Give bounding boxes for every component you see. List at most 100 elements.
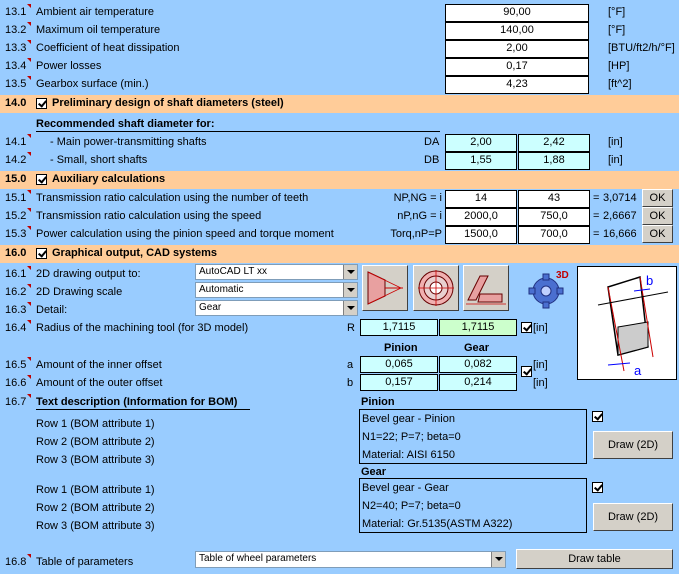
input-value-1[interactable]: 1500,0: [445, 226, 517, 244]
ok-button[interactable]: OK: [642, 189, 673, 207]
input-value[interactable]: 4,23: [445, 76, 589, 94]
unit-label: [°F]: [608, 24, 626, 36]
unit-label: [in]: [533, 359, 548, 371]
bom-gear-row-2[interactable]: N2=40; P=7; beta=0: [360, 497, 586, 515]
bevel-gear-section-view-button[interactable]: [463, 265, 509, 311]
row-label: - Small, short shafts: [50, 154, 148, 166]
ok-button[interactable]: OK: [642, 207, 673, 225]
bevel-gear-front-view-button[interactable]: [413, 265, 459, 311]
bom-gear-row-1[interactable]: Bevel gear - Gear: [360, 479, 586, 497]
row-number: 15.3: [5, 228, 27, 240]
input-value[interactable]: 2,00: [445, 40, 589, 58]
select-value: Gear: [199, 302, 222, 313]
row-label: Amount of the inner offset: [36, 359, 162, 371]
chevron-down-icon[interactable]: [343, 265, 357, 279]
detail-select[interactable]: Gear: [195, 300, 358, 316]
divider: [36, 131, 440, 132]
3d-badge: 3D: [556, 270, 569, 281]
bom-section-label: Text description (Information for BOM): [36, 396, 238, 408]
draw-table-button[interactable]: Draw table: [516, 549, 673, 569]
symbol-label: nP,nG = i: [397, 210, 442, 222]
draw-2d-gear-button[interactable]: Draw (2D): [593, 503, 673, 531]
tool-radius-pinion-value[interactable]: 1,7115: [360, 319, 438, 336]
bevel-gear-side-view-button[interactable]: [362, 265, 408, 311]
bom-row-label: Row 3 (BOM attribute 3): [36, 520, 155, 532]
row-label: Maximum oil temperature: [36, 24, 161, 36]
input-value-2[interactable]: 43: [518, 190, 590, 208]
bom-gear-textbox[interactable]: Bevel gear - Gear N2=40; P=7; beta=0 Mat…: [359, 478, 587, 533]
row-label: Radius of the machining tool (for 3D mod…: [36, 322, 249, 334]
bom-row-label: Row 1 (BOM attribute 1): [36, 484, 155, 496]
input-value[interactable]: 90,00: [445, 4, 589, 22]
section-14-checkbox[interactable]: [36, 98, 47, 109]
input-value[interactable]: 140,00: [445, 22, 589, 40]
bom-gear-title: Gear: [361, 466, 387, 478]
section-14-header: 14.0 Preliminary design of shaft diamete…: [0, 95, 679, 113]
row-label: Ambient air temperature: [36, 6, 154, 18]
chevron-down-icon[interactable]: [343, 301, 357, 315]
row-number: 13.4: [5, 60, 27, 72]
section-number: 14.0: [5, 97, 27, 109]
unit-label: [in]: [533, 377, 548, 389]
row-number: 16.7: [5, 396, 27, 408]
section-16-checkbox[interactable]: [36, 248, 47, 259]
inner-offset-gear-value[interactable]: 0,082: [439, 356, 517, 373]
bom-row-label: Row 3 (BOM attribute 3): [36, 454, 155, 466]
input-value-2[interactable]: 700,0: [518, 226, 590, 244]
bom-gear-checkbox[interactable]: [592, 482, 603, 493]
bom-pinion-row-2[interactable]: N1=22; P=7; beta=0: [360, 428, 586, 446]
outer-offset-gear-value[interactable]: 0,214: [439, 374, 517, 391]
3d-gear-icon: 3D: [528, 270, 569, 309]
section-number: 15.0: [5, 173, 27, 185]
row-number: 16.4: [5, 322, 27, 334]
chevron-down-icon[interactable]: [343, 283, 357, 297]
bom-pinion-checkbox[interactable]: [592, 411, 603, 422]
bom-pinion-row-1[interactable]: Bevel gear - Pinion: [360, 410, 586, 428]
shaft-diameter-subtitle: Recommended shaft diameter for:: [36, 118, 215, 130]
outer-offset-pinion-value[interactable]: 0,157: [360, 374, 438, 391]
chevron-down-icon[interactable]: [491, 552, 505, 567]
input-value[interactable]: 0,17: [445, 58, 589, 76]
row-number: 13.2: [5, 24, 27, 36]
unit-label: [in]: [608, 136, 623, 148]
row-label: Transmission ratio calculation using the…: [36, 210, 262, 222]
equals-sign: =: [593, 210, 600, 222]
bom-row-label: Row 2 (BOM attribute 2): [36, 502, 155, 514]
offset-b-label: b: [646, 273, 653, 288]
bom-gear-row-3[interactable]: Material: Gr.5135(ASTM A322): [360, 515, 586, 533]
drawing-output-select[interactable]: AutoCAD LT xx: [195, 264, 358, 280]
tool-radius-checkbox[interactable]: [521, 322, 532, 333]
section-title: Preliminary design of shaft diameters (s…: [52, 97, 284, 109]
row-label: Amount of the outer offset: [36, 377, 163, 389]
input-value-1[interactable]: 2000,0: [445, 208, 517, 226]
equals-sign: =: [593, 192, 600, 204]
select-value: Table of wheel parameters: [199, 553, 317, 564]
inner-offset-pinion-value[interactable]: 0,065: [360, 356, 438, 373]
drawing-scale-select[interactable]: Automatic: [195, 282, 358, 298]
symbol-label: R: [347, 322, 355, 334]
section-15-checkbox[interactable]: [36, 174, 47, 185]
bevel-tooth-diagram: b a: [597, 273, 669, 378]
tool-radius-gear-value[interactable]: 1,7115: [439, 319, 517, 336]
ok-button[interactable]: OK: [642, 225, 673, 243]
row-number: 13.1: [5, 6, 27, 18]
unit-label: [HP]: [608, 60, 630, 72]
input-value-2[interactable]: 750,0: [518, 208, 590, 226]
row-number: 14.2: [5, 154, 27, 166]
row-number: 14.1: [5, 136, 27, 148]
result-value: 3,0714: [603, 192, 637, 204]
3d-model-button[interactable]: 3D: [526, 265, 572, 311]
row-number: 15.1: [5, 192, 27, 204]
row-label: 2D drawing output to:: [36, 268, 141, 280]
bom-pinion-textbox[interactable]: Bevel gear - Pinion N1=22; P=7; beta=0 M…: [359, 409, 587, 464]
row-number: 13.3: [5, 42, 27, 54]
bom-pinion-row-3[interactable]: Material: AISI 6150: [360, 446, 586, 464]
unit-label: [in]: [533, 322, 548, 334]
row-number: 15.2: [5, 210, 27, 222]
draw-2d-pinion-button[interactable]: Draw (2D): [593, 431, 673, 459]
result-value: 2,6667: [603, 210, 637, 222]
offset-checkbox[interactable]: [521, 366, 532, 377]
input-value-1[interactable]: 14: [445, 190, 517, 208]
section-title: Graphical output, CAD systems: [52, 247, 218, 259]
parameter-table-select[interactable]: Table of wheel parameters: [195, 551, 506, 568]
